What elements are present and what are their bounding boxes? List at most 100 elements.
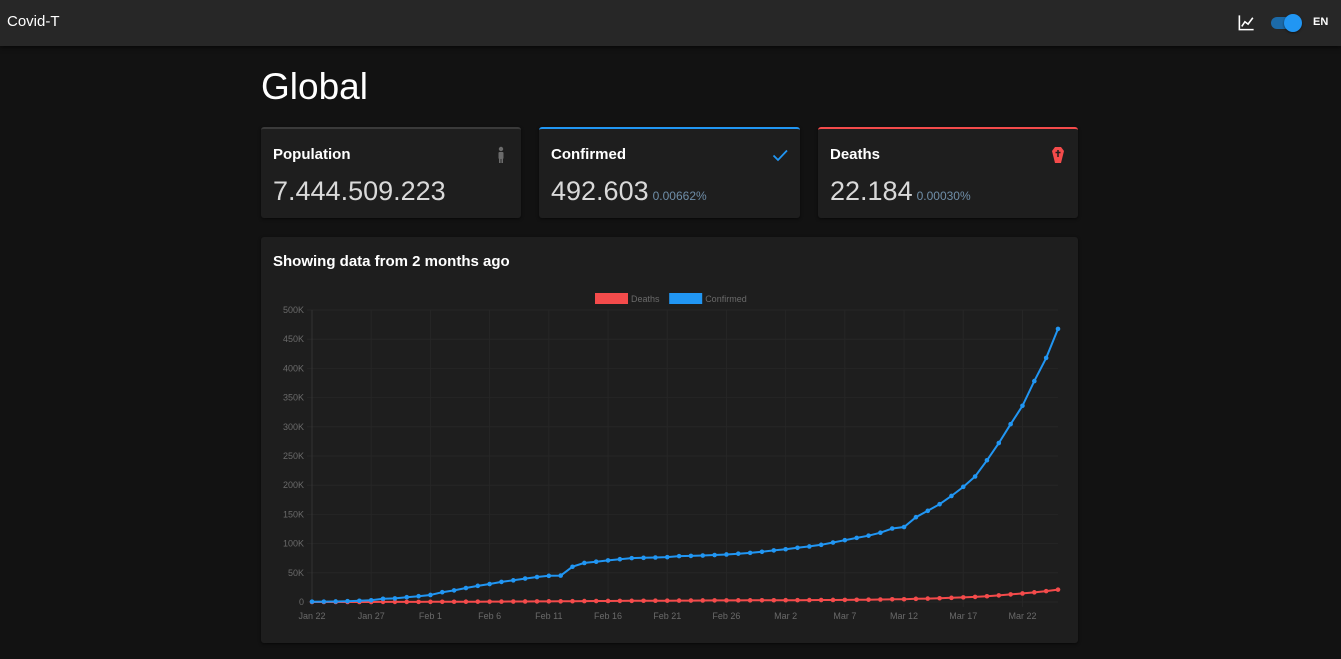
confirmed-data-point [357, 598, 362, 604]
x-tick-label: Feb 6 [478, 611, 501, 621]
y-tick-label: 150K [283, 509, 304, 519]
confirmed-data-point [795, 545, 800, 551]
confirmed-data-point [511, 578, 516, 583]
x-tick-label: Jan 22 [298, 611, 325, 621]
deaths-data-point [475, 599, 481, 604]
confirmed-data-point [937, 501, 942, 507]
deaths-data-point [913, 596, 919, 602]
deaths-data-point [783, 597, 788, 603]
deaths-data-point [996, 593, 1002, 598]
y-tick-label: 100K [283, 539, 304, 549]
check-icon [772, 149, 788, 162]
deaths-data-point [511, 599, 516, 604]
deaths-data-point [735, 598, 741, 603]
confirmed-data-point [617, 556, 623, 562]
confirmed-data-point [629, 555, 635, 561]
deaths-data-point [629, 598, 635, 604]
card-label: Deaths [830, 146, 881, 163]
deaths-data-point [653, 598, 658, 603]
confirmed-data-point [582, 560, 587, 566]
deaths-data-point [818, 597, 824, 603]
confirmed-data-point [333, 599, 338, 604]
confirmed-data-point [392, 596, 398, 601]
card-value: 22.184 0.00030% [830, 176, 971, 207]
confirmed-data-point [321, 599, 327, 604]
deaths-data-point [842, 597, 848, 603]
y-tick-label: 350K [283, 393, 304, 403]
confirmed-data-point [404, 594, 410, 600]
language-button[interactable]: EN [1313, 16, 1328, 28]
confirmed-data-point [700, 553, 706, 558]
x-tick-label: Feb 26 [712, 611, 740, 621]
confirmed-data-point [842, 537, 848, 543]
confirmed-data-point [1055, 326, 1061, 332]
confirmed-data-point [1032, 378, 1037, 384]
confirmed-data-point [949, 493, 954, 499]
chart-card: Showing data from 2 months ago 0 50K 100K 1… [261, 237, 1078, 643]
y-tick-label: 0 [299, 597, 304, 607]
y-tick-label: 450K [283, 334, 304, 344]
y-tick-label: 400K [283, 363, 304, 373]
chart-line-icon[interactable] [1237, 13, 1256, 32]
deaths-data-point [1008, 592, 1013, 597]
deaths-legend-label: Deaths [631, 294, 660, 304]
cases-line-chart: 0 50K 100K 150K 200K 250K 300K 350K 400K 450K 500K… [283, 293, 1061, 621]
population-value: 7.444.509.223 [273, 176, 446, 206]
deaths-data-point [949, 595, 954, 601]
confirmed-data-point [416, 593, 421, 599]
deaths-value: 22.184 [830, 176, 913, 206]
confirmed-data-point [546, 573, 552, 579]
confirmed-data-point [463, 585, 469, 591]
confirmed-data-point [428, 592, 433, 598]
confirmed-data-point [854, 535, 859, 541]
dark-mode-toggle[interactable] [1271, 14, 1302, 32]
confirmed-data-point [807, 544, 812, 549]
confirmed-data-point [830, 540, 836, 545]
deaths-data-point [593, 598, 599, 604]
deaths-data-point [854, 597, 859, 603]
confirmed-data-point [771, 548, 777, 553]
deaths-data-point [712, 598, 717, 603]
x-tick-label: Feb 21 [653, 611, 681, 621]
confirmed-data-point [570, 564, 575, 570]
deaths-data-point [582, 598, 587, 604]
deaths-card: Deaths 22.184 0.00030% [818, 127, 1078, 218]
confirmed-data-point [735, 551, 741, 556]
card-value: 7.444.509.223 [273, 176, 446, 207]
confirmed-data-point [925, 508, 931, 514]
confirmed-data-point [759, 549, 765, 555]
y-tick-label: 300K [283, 422, 304, 432]
x-tick-label: Mar 17 [949, 611, 977, 621]
confirmed-data-point [676, 553, 682, 559]
confirmed-data-point [499, 579, 504, 585]
deaths-data-point [771, 597, 777, 603]
app-title[interactable]: Covid-T [7, 13, 60, 30]
deaths-data-point [605, 598, 611, 604]
confirmed-data-point [641, 555, 646, 561]
person-icon [498, 146, 504, 163]
deaths-data-point [1055, 587, 1061, 592]
confirmed-data-point [605, 558, 611, 563]
x-tick-label: Mar 2 [774, 611, 797, 621]
deaths-data-point [795, 597, 800, 603]
deaths-data-point [546, 599, 552, 604]
confirmed-data-point [487, 581, 492, 587]
x-tick-label: Feb 16 [594, 611, 622, 621]
confirmed-data-point [1008, 421, 1013, 427]
x-tick-label: Jan 27 [358, 611, 385, 621]
x-tick-label: Mar 22 [1008, 611, 1036, 621]
deaths-legend-swatch [595, 293, 628, 304]
page-title: Global [261, 66, 368, 107]
switch-thumb [1284, 14, 1302, 32]
x-tick-label: Feb 11 [535, 611, 562, 621]
confirmed-series-line [311, 328, 1059, 603]
deaths-data-point [499, 599, 504, 604]
confirmed-data-point [1043, 355, 1049, 361]
deaths-data-point [617, 598, 623, 604]
confirmed-data-point [747, 550, 753, 556]
deaths-data-point [439, 599, 445, 605]
deaths-data-point [1043, 588, 1049, 594]
y-tick-label: 250K [283, 451, 304, 461]
deaths-data-point [889, 597, 895, 602]
confirmed-data-point [688, 553, 694, 559]
